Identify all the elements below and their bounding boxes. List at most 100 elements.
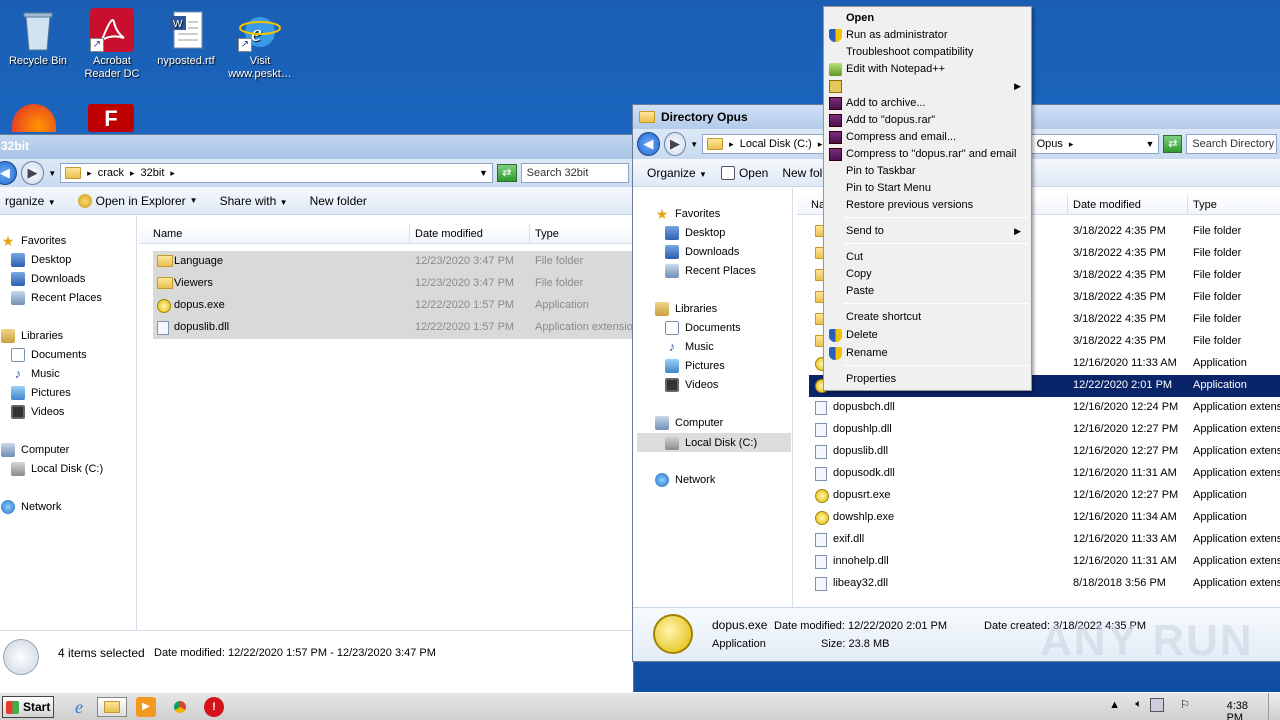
clock[interactable]: 4:38 PM (1227, 700, 1248, 720)
file-row[interactable]: dopushlp.dll 12/16/2020 12:27 PM Applicati… (809, 419, 1280, 441)
nav-downloads[interactable]: Downloads (665, 245, 739, 259)
nav-pictures[interactable]: Pictures (665, 359, 725, 373)
nav-recent-places[interactable]: Recent Places (665, 264, 756, 278)
firefox-icon[interactable] (12, 104, 56, 132)
network-tray-icon[interactable] (1150, 698, 1164, 712)
menu-item[interactable]: Add to archive... (846, 95, 1027, 112)
breadcrumb-chevron-icon[interactable]: ▸ (130, 168, 135, 179)
back-button[interactable]: ◀ (0, 161, 17, 185)
open-button[interactable]: Open (720, 165, 768, 180)
column-date-modified[interactable]: Date modified (415, 228, 483, 240)
desktop-icon-nyposted[interactable]: W nyposted.rtf (148, 8, 224, 68)
stop-shield-icon[interactable]: ! (204, 697, 224, 717)
nav-local-disk[interactable]: Local Disk (C:) (637, 433, 791, 452)
file-row[interactable]: dopus.exe 12/22/2020 1:57 PM Application (153, 295, 633, 317)
nav-network[interactable]: Network (1, 500, 61, 514)
window-titlebar[interactable]: 32bit (0, 135, 633, 159)
explorer-window-32bit[interactable]: 32bit ◀ ▶ ▼ ▸ crack ▸ 32bit ▸ ▼ ⇄ Search… (0, 134, 634, 692)
refresh-button[interactable]: ⇄ (1163, 135, 1183, 153)
menu-item[interactable]: Add to "dopus.rar" (846, 112, 1027, 129)
menu-item[interactable]: Compress and email... (846, 129, 1027, 146)
file-row[interactable]: innohelp.dll 12/16/2020 11:31 AM Applicati… (809, 551, 1280, 573)
show-hidden-icons-icon[interactable]: ▲ (1109, 699, 1120, 711)
menu-item[interactable]: Pin to Taskbar (846, 163, 1027, 180)
filezilla-icon[interactable]: F (88, 104, 134, 132)
organize-button[interactable]: rganize ▼ (5, 194, 56, 208)
file-row[interactable]: dopuslib.dll 12/16/2020 12:27 PM Applicati… (809, 441, 1280, 463)
menu-item[interactable]: Troubleshoot compatibility (846, 44, 1027, 61)
nav-desktop[interactable]: Desktop (11, 253, 71, 267)
nav-documents[interactable]: Documents (11, 348, 87, 362)
menu-item[interactable]: Open (846, 10, 1027, 27)
file-row[interactable]: dowshlp.exe 12/16/2020 11:34 AM Applicatio… (809, 507, 1280, 529)
forward-button[interactable]: ▶ (20, 161, 45, 185)
column-type[interactable]: Type (535, 228, 559, 240)
breadcrumb-opus[interactable]: Opus (1037, 138, 1063, 150)
breadcrumb-chevron-icon[interactable]: ▸ (87, 168, 92, 179)
breadcrumb-chevron-icon[interactable]: ▸ (170, 168, 175, 179)
nav-music[interactable]: ♪ Music (11, 367, 60, 381)
file-row[interactable]: dopusbch.dll 12/16/2020 12:24 PM Applicati… (809, 397, 1280, 419)
menu-item[interactable]: Pin to Start Menu (846, 180, 1027, 197)
back-button[interactable]: ◀ (637, 132, 660, 156)
menu-item[interactable]: Edit with Notepad++ (846, 61, 1027, 78)
search-input[interactable]: Search 32bit (520, 163, 629, 183)
show-desktop-button[interactable] (1268, 693, 1280, 720)
menu-item[interactable]: Restore previous versions (846, 197, 1027, 214)
search-input[interactable]: Search Directory O (1186, 134, 1277, 154)
nav-libraries[interactable]: Libraries (655, 302, 717, 316)
menu-item[interactable]: Paste (846, 283, 1027, 300)
nav-computer[interactable]: Computer (655, 416, 723, 430)
file-row[interactable]: Viewers 12/23/2020 3:47 PM File folder (153, 273, 633, 295)
media-player-icon[interactable]: ▶ (136, 697, 156, 717)
file-row[interactable]: libeay32.dll 8/18/2018 3:56 PM Application… (809, 573, 1280, 595)
open-in-explorer-button[interactable]: Open in Explorer ▼ (77, 193, 198, 208)
menu-item[interactable]: Run as administrator (846, 27, 1027, 44)
nav-local-disk[interactable]: Local Disk (C:) (11, 462, 103, 476)
nav-favorites[interactable]: ★ Favorites (655, 207, 721, 221)
file-row[interactable]: dopusodk.dll 12/16/2020 11:31 AM Applicati… (809, 463, 1280, 485)
nav-videos[interactable]: Videos (665, 378, 718, 392)
breadcrumb-crack[interactable]: crack (98, 167, 124, 179)
file-row[interactable]: dopuslib.dll 12/22/2020 1:57 PM Applicatio… (153, 317, 633, 339)
nav-favorites[interactable]: ★ Favorites (1, 234, 67, 248)
nav-network[interactable]: Network (655, 473, 715, 487)
nav-libraries[interactable]: Libraries (1, 329, 63, 343)
nav-downloads[interactable]: Downloads (11, 272, 85, 286)
nav-music[interactable]: ♪ Music (665, 340, 714, 354)
explorer-taskbar-icon[interactable] (97, 697, 127, 717)
share-with-button[interactable]: Share with ▼ (220, 194, 288, 208)
menu-item[interactable]: Create shortcut (846, 309, 1027, 326)
action-center-flag-icon[interactable]: ⚐ (1180, 698, 1190, 711)
new-folder-button[interactable]: New fol (782, 166, 822, 180)
menu-item[interactable]: Compress to "dopus.rar" and email (846, 146, 1027, 163)
organize-button[interactable]: Organize ▼ (647, 166, 707, 180)
chrome-icon[interactable] (170, 697, 190, 717)
column-date-modified[interactable]: Date modified (1073, 199, 1141, 211)
menu-item[interactable]: Delete (846, 327, 1027, 344)
nav-pictures[interactable]: Pictures (11, 386, 71, 400)
desktop-icon-visit-link[interactable]: e ↗ Visit www.peskt… (222, 8, 298, 81)
menu-item[interactable]: Properties (846, 371, 1027, 388)
nav-videos[interactable]: Videos (11, 405, 64, 419)
desktop-icon-acrobat[interactable]: ↗ Acrobat Reader DC (74, 8, 150, 81)
breadcrumb-32bit[interactable]: 32bit (141, 167, 165, 179)
breadcrumb-local-disk[interactable]: Local Disk (C:) (740, 138, 812, 150)
file-row[interactable]: Language 12/23/2020 3:47 PM File folder (153, 251, 633, 273)
address-box[interactable]: ▸ crack ▸ 32bit ▸ ▼ (60, 163, 493, 183)
nav-desktop[interactable]: Desktop (665, 226, 725, 240)
nav-documents[interactable]: Documents (665, 321, 741, 335)
internet-explorer-icon[interactable]: e (68, 697, 90, 717)
history-dropdown-icon[interactable]: ▼ (690, 140, 698, 149)
address-dropdown-icon[interactable]: ▼ (1145, 139, 1154, 149)
new-folder-button[interactable]: New folder (310, 194, 367, 208)
column-name[interactable]: Name (153, 228, 182, 240)
menu-item[interactable]: Cut (846, 249, 1027, 266)
menu-item[interactable]: Copy (846, 266, 1027, 283)
menu-item[interactable]: Rename (846, 345, 1027, 362)
refresh-button[interactable]: ⇄ (496, 164, 517, 182)
history-dropdown-icon[interactable]: ▼ (48, 169, 56, 178)
start-button[interactable]: Start (2, 696, 54, 718)
nav-computer[interactable]: Computer (1, 443, 69, 457)
nav-recent-places[interactable]: Recent Places (11, 291, 102, 305)
